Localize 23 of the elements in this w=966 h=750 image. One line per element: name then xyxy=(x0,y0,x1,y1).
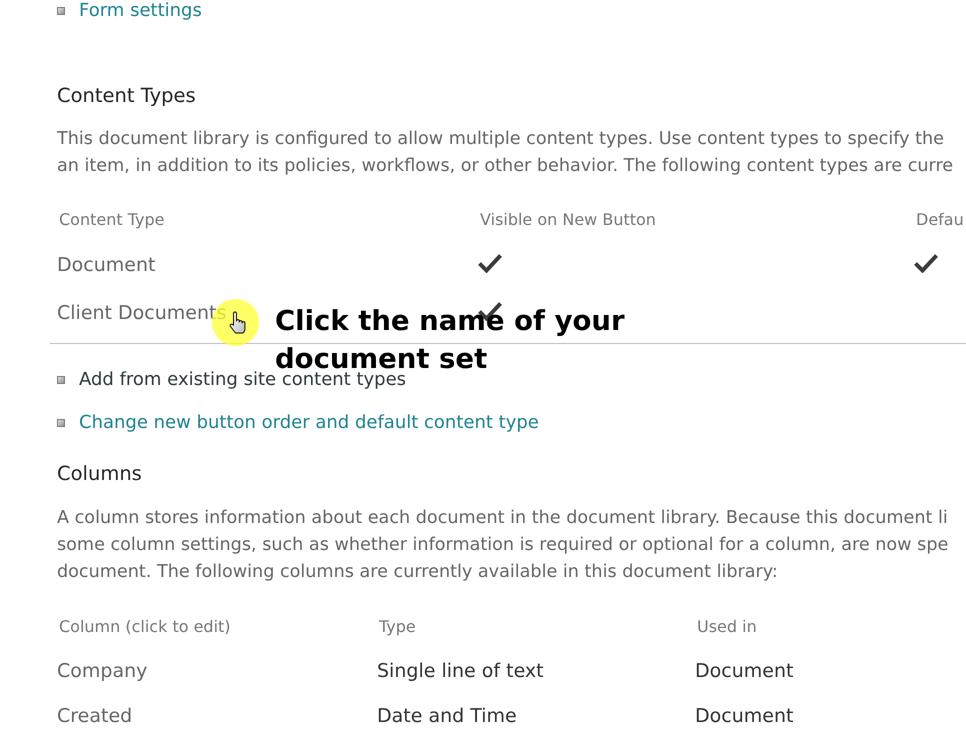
settings-link[interactable]: Change new button order and default content type xyxy=(79,412,539,434)
column-header: Used in xyxy=(696,616,758,638)
used-in-cell: Document xyxy=(695,658,794,682)
settings-link[interactable]: Add from existing site content types xyxy=(79,368,406,390)
column-name-link[interactable]: Created xyxy=(57,704,132,728)
column-type-cell: Single line of text xyxy=(377,658,544,682)
used-in-cell: Document xyxy=(695,704,794,728)
column-header: Column (click to edit) xyxy=(58,616,232,638)
column-header: Content Type xyxy=(58,208,166,230)
square-bullet-icon xyxy=(57,7,65,15)
column-name-link[interactable]: Company xyxy=(57,658,148,682)
form-settings-link[interactable]: Form settings xyxy=(79,0,202,22)
content-type-name[interactable]: Document xyxy=(57,252,156,276)
column-header: Visible on New Button xyxy=(479,208,657,230)
section-heading: Content Types xyxy=(57,83,197,109)
column-type-cell: Date and Time xyxy=(377,704,517,728)
description-paragraph: This document library is configured to allow multiple content types. Use content types to specify the an item, in addition to its policies, workflows, or other behavior. The following content types are curre xyxy=(57,128,954,178)
column-header: Type xyxy=(378,616,417,638)
square-bullet-icon xyxy=(57,376,65,384)
section-heading: Columns xyxy=(57,460,143,486)
column-header: Defau xyxy=(915,208,965,230)
description-paragraph: A column stores information about each document in the document library. Because this document li some column settings, such as whether information is required or optional for a column, are now spe document. The following columns are currently available in this document library: xyxy=(57,507,950,584)
square-bullet-icon xyxy=(57,418,65,426)
